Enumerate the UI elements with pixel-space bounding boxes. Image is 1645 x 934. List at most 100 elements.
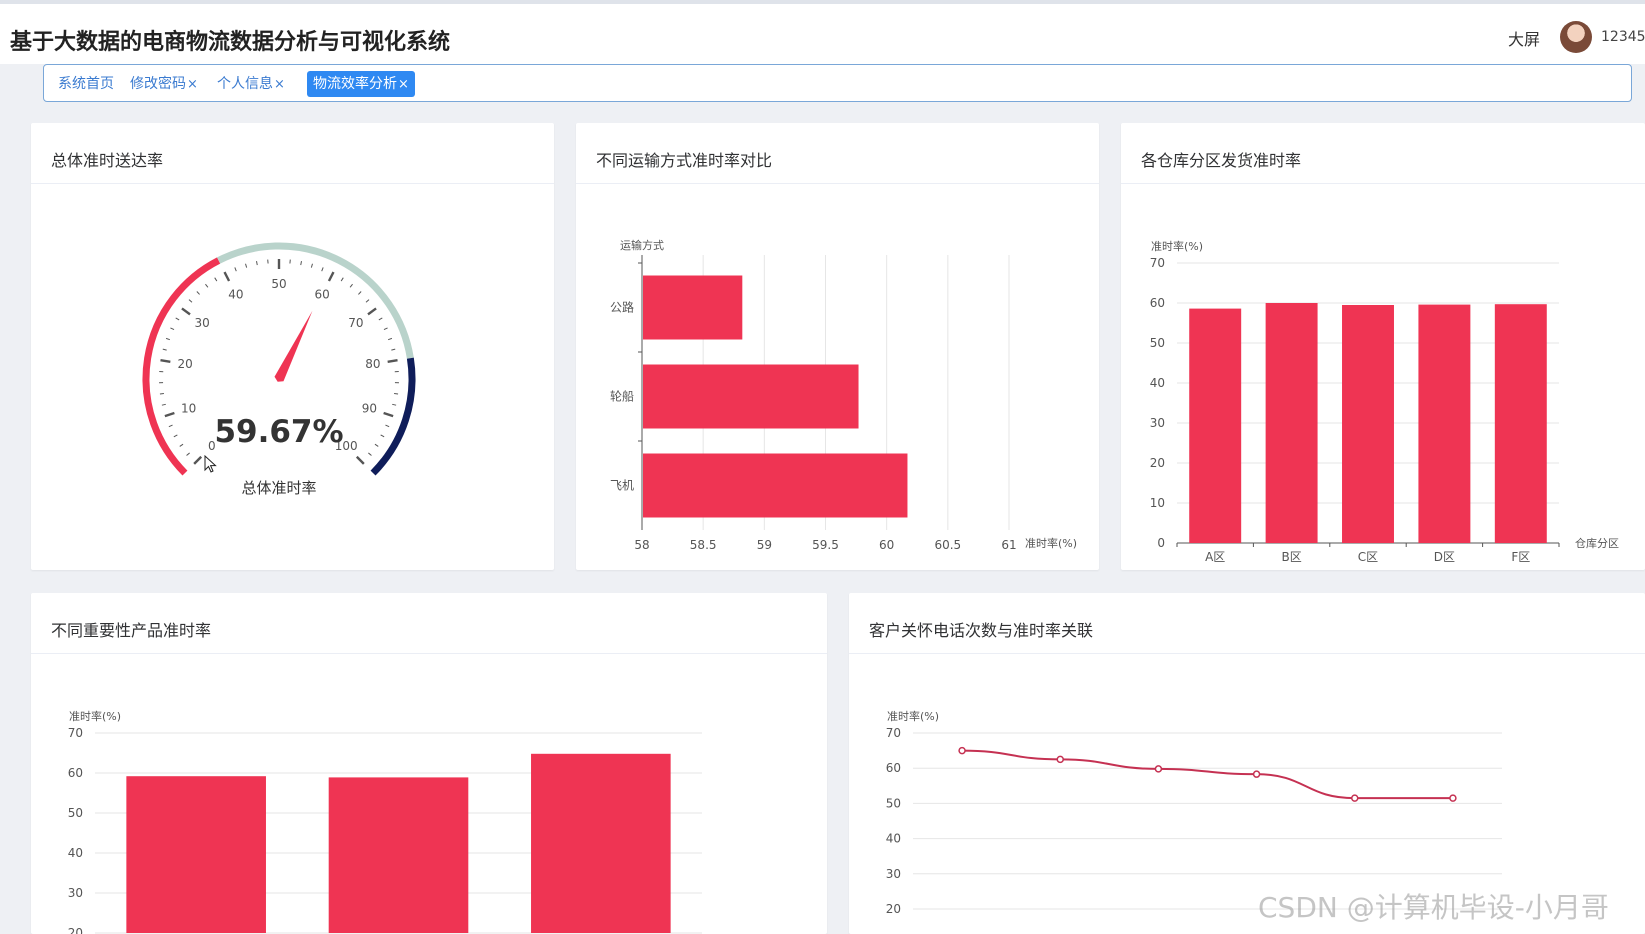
y-tick-label: 40 (886, 832, 901, 846)
y-tick-label: 20 (1150, 456, 1165, 470)
y-tick-label: 0 (1157, 536, 1165, 550)
y-tick-label: 50 (68, 806, 83, 820)
y-axis-name: 运输方式 (620, 238, 664, 252)
gauge-minor-tick (234, 267, 237, 272)
gauge-pointer (274, 310, 313, 382)
calls-card: 客户关怀电话次数与准时率关联 20 30 40 50 60 70 准时率(%) (849, 593, 1645, 934)
x-tick-label: B区 (1281, 550, 1301, 564)
tab-label: 个人信息 (217, 76, 273, 92)
x-axis-name: 准时率(%) (1025, 536, 1077, 550)
watermark: CSDN @计算机毕设-小月哥 (1258, 891, 1609, 924)
bar (328, 777, 469, 933)
tab-profile[interactable]: 个人信息× (211, 71, 291, 97)
gauge-minor-tick (321, 267, 324, 272)
gauge-tick-label: 50 (271, 277, 286, 291)
gauge-minor-tick (391, 348, 396, 351)
username[interactable]: 123456 (1601, 29, 1645, 45)
tab-logistics-efficiency[interactable]: 物流效率分析× (307, 71, 415, 97)
gauge-minor-tick (349, 283, 353, 288)
x-tick-label: D区 (1434, 550, 1455, 564)
big-screen-link[interactable]: 大屏 (1508, 26, 1540, 50)
app-title: 基于大数据的电商物流数据分析与可视化系统 (10, 30, 451, 55)
calls-line-chart: 20 30 40 50 60 70 准时率(%) (886, 709, 1502, 916)
tab-home[interactable]: 系统首页 (52, 71, 120, 97)
gauge-minor-tick (380, 434, 385, 438)
mouse-cursor-icon (204, 455, 217, 473)
gauge-minor-tick (161, 403, 166, 406)
gauge-major-tick (193, 455, 203, 465)
gauge-minor-tick (365, 299, 370, 303)
gauge-minor-tick (385, 424, 390, 428)
gauge-minor-tick (175, 317, 180, 321)
gauge-minor-tick (165, 337, 171, 341)
bar (643, 275, 743, 340)
data-point (1154, 765, 1163, 773)
x-tick-label: 60 (879, 538, 894, 552)
gauge-minor-tick (179, 443, 184, 447)
x-tick-label: A区 (1205, 550, 1225, 564)
y-tick-label: 50 (886, 796, 901, 810)
gauge-tick-label: 20 (178, 357, 193, 371)
gauge-minor-tick (186, 452, 190, 456)
y-tick-label: 轮船 (610, 390, 634, 404)
x-tick-label: F区 (1511, 550, 1530, 564)
bar (643, 364, 859, 429)
data-point (1449, 794, 1457, 802)
x-tick-label: 59.5 (812, 538, 839, 552)
series-line (962, 749, 1453, 800)
gauge-chart: 010203040506070809010059.67%总体准时率 (142, 242, 416, 497)
bar (1494, 304, 1547, 543)
gauge-tick-label: 80 (365, 357, 380, 371)
data-point (958, 746, 966, 755)
gauge-minor-tick (214, 277, 218, 282)
y-tick-label: 20 (886, 902, 901, 916)
gauge-card: 总体准时送达率 0 10 20 30 40 50 60 70 80 90 100 59.67% 总体准时… (31, 123, 554, 570)
close-icon[interactable]: × (187, 77, 198, 92)
bar (1189, 308, 1242, 543)
bar (1265, 303, 1318, 543)
gauge-minor-tick (170, 327, 175, 331)
gauge-tick-label: 30 (195, 316, 210, 330)
gauge-minor-tick (196, 291, 200, 295)
y-tick-label: 60 (886, 761, 901, 775)
tab-label: 修改密码 (130, 76, 186, 92)
gauge-minor-tick (300, 261, 302, 266)
gauge-major-tick (383, 411, 394, 418)
bar (531, 753, 671, 933)
avatar[interactable] (1560, 21, 1592, 53)
gauge-minor-tick (392, 403, 397, 406)
y-tick-label: 40 (68, 846, 83, 860)
data-point (1351, 794, 1359, 802)
data-point (1252, 770, 1261, 778)
x-tick-label: 61 (1001, 538, 1016, 552)
tab-label: 物流效率分析 (313, 76, 397, 92)
y-tick-label: 40 (1150, 376, 1165, 390)
gauge-minor-tick (358, 291, 362, 295)
gauge-minor-tick (394, 393, 399, 395)
warehouse-bar-chart: 0 10 20 30 40 50 60 70 准时率(%) A区 B区 C区 D区 F区 仓库分区 (1150, 239, 1619, 564)
gauge-major-tick (355, 455, 365, 465)
gauge-minor-tick (162, 348, 167, 351)
importance-card: 不同重要性产品准时率 20 30 40 50 60 70 准时率(%) (31, 593, 827, 934)
bar (1418, 304, 1471, 543)
gauge-minor-tick (159, 393, 164, 395)
gauge-minor-tick (188, 299, 193, 303)
gauge-tick-label: 70 (348, 316, 363, 330)
bar (126, 776, 266, 933)
transport-card: 不同运输方式准时率对比 58 58.5 59 59.5 60 60.5 61 公路 轮船 飞机 运输… (576, 123, 1099, 570)
warehouse-card: 各仓库分区发货准时率 0 10 20 30 40 50 60 70 准时率(%) A区 B区 C区 D区… (1121, 123, 1645, 570)
y-tick-label: 70 (68, 726, 83, 740)
gauge-minor-tick (383, 327, 388, 331)
close-icon[interactable]: × (274, 77, 285, 92)
y-tick-label: 30 (886, 867, 901, 881)
gauge-minor-tick (368, 452, 372, 456)
gauge-minor-tick (256, 261, 258, 266)
y-axis-name: 准时率(%) (69, 709, 121, 723)
y-tick-label: 30 (1150, 416, 1165, 430)
gauge-tick-label: 90 (362, 401, 377, 415)
close-icon[interactable]: × (398, 77, 409, 92)
y-tick-label: 60 (68, 766, 83, 780)
tab-change-password[interactable]: 修改密码× (124, 71, 204, 97)
gauge-minor-tick (310, 263, 313, 268)
gauge-minor-tick (374, 443, 379, 447)
